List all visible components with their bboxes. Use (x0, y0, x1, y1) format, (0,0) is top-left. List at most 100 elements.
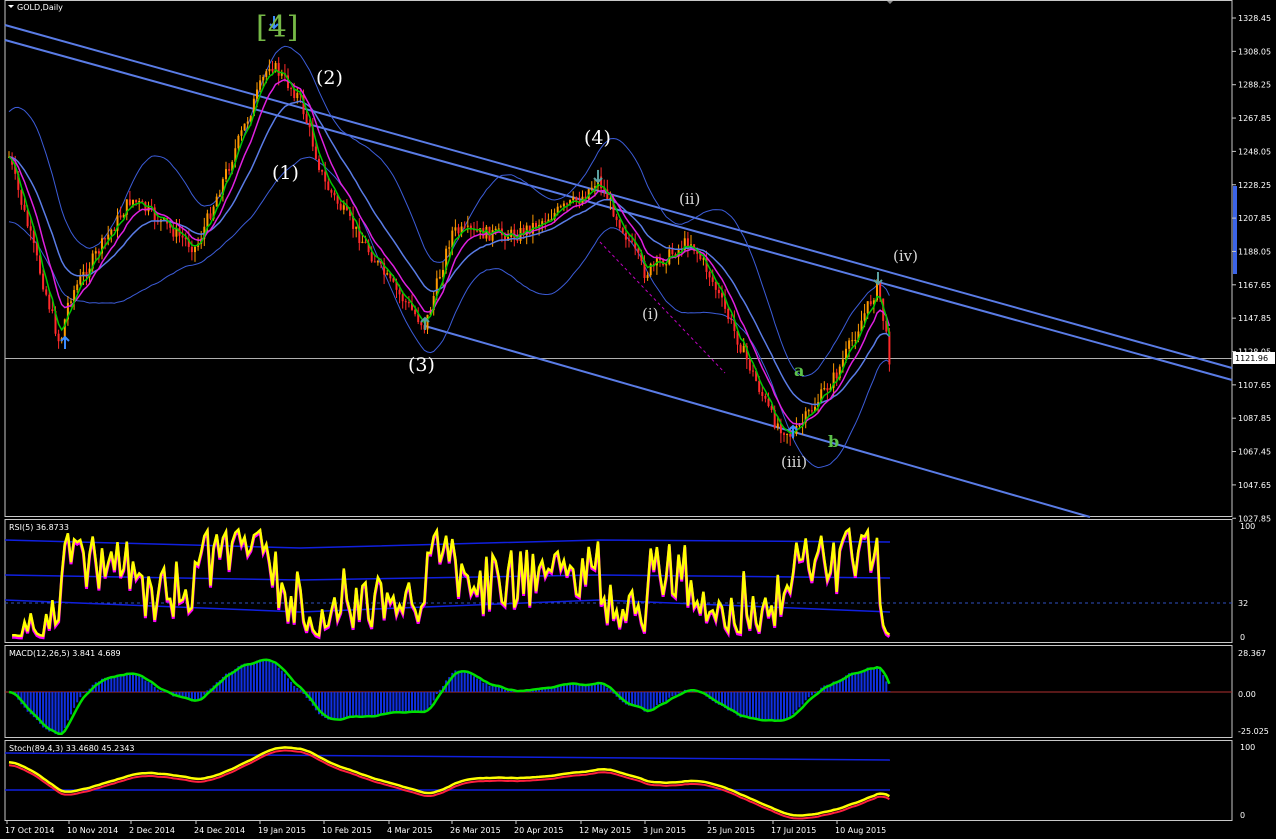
macd-scale-mid: 0.00 (1238, 690, 1256, 699)
candle-body (544, 221, 547, 223)
candle-body (559, 206, 562, 208)
candle-body (259, 80, 262, 90)
candle-body (364, 241, 367, 243)
stoch-scale-top: 100 (1240, 743, 1255, 752)
candle-body (218, 194, 221, 197)
candle-body (851, 340, 854, 342)
rsi-scale-top: 100 (1240, 522, 1255, 531)
candle-body (20, 189, 23, 205)
candle-body (854, 339, 857, 341)
wave-label-3: (3) (408, 354, 435, 376)
stoch-label: Stoch(89,4,3) 33.4680 45.2343 (9, 744, 135, 753)
candle-body (57, 333, 60, 342)
date-tick-label: 24 Dec 2014 (194, 826, 245, 835)
price-tick-label: 1248.05 (1238, 147, 1271, 156)
wave-label-ii: (ii) (679, 190, 700, 208)
candle-body (448, 247, 451, 249)
candle-body (70, 301, 72, 303)
candle-body (370, 252, 373, 262)
candle-body (789, 433, 792, 437)
candle-body (739, 344, 742, 353)
rsi-label: RSI(5) 36.8733 (9, 523, 69, 532)
candle-body (42, 273, 45, 290)
wave-label-1: (1) (272, 162, 299, 184)
candle-body (752, 370, 754, 372)
candle-body (206, 213, 209, 227)
candle-body (119, 215, 122, 218)
candle-body (717, 289, 720, 294)
candle-body (562, 203, 565, 207)
wave-label-big-4: [4] (256, 10, 299, 45)
price-tick-label: 1147.85 (1238, 314, 1271, 323)
price-tick-label: 1308.05 (1238, 47, 1271, 56)
candle-body (324, 171, 327, 182)
wave-label-i: (i) (642, 305, 659, 323)
candle-body (401, 294, 404, 302)
date-tick-label: 3 Jun 2015 (643, 826, 686, 835)
date-tick-label: 19 Jan 2015 (258, 826, 306, 835)
wave-label-2: (2) (316, 67, 343, 89)
price-tick-label: 1047.65 (1238, 481, 1271, 490)
candle-body (438, 277, 441, 279)
candle-body (742, 345, 745, 353)
candle-body (342, 205, 345, 210)
candle-body (45, 289, 48, 295)
candle-body (730, 319, 733, 321)
price-tick-label: 1207.85 (1238, 214, 1271, 223)
candle-body (51, 309, 54, 312)
candle-body (76, 284, 79, 291)
candle-body (225, 169, 227, 180)
candle-body (835, 372, 838, 379)
scroll-bar[interactable] (1233, 186, 1237, 274)
candle-body (240, 130, 243, 136)
date-tick-label: 26 Mar 2015 (450, 826, 501, 835)
candle-body (280, 73, 283, 76)
candle-body (463, 226, 466, 228)
candle-body (327, 181, 330, 191)
candle-body (624, 232, 627, 240)
candle-body (243, 123, 246, 131)
candle-body (190, 246, 193, 253)
price-tick-label: 1267.85 (1238, 114, 1271, 123)
date-tick-label: 10 Aug 2015 (835, 826, 886, 835)
candle-body (783, 433, 785, 435)
candle-body (194, 246, 196, 253)
candle-body (466, 225, 469, 227)
candle-body (665, 264, 668, 266)
candle-body (407, 302, 410, 304)
candle-body (708, 271, 711, 278)
candle-body (209, 213, 212, 219)
candle-body (339, 203, 342, 210)
wave-label-iii: (iii) (781, 453, 807, 471)
candle-body (454, 227, 457, 231)
candle-body (128, 199, 131, 205)
price-tick-label: 1087.85 (1238, 414, 1271, 423)
candle-body (869, 301, 872, 305)
candle-body (615, 216, 618, 221)
candle-body (265, 71, 268, 77)
price-tick-label: 1128.05 (1238, 348, 1271, 357)
candle-body (764, 395, 767, 399)
trading-chart[interactable]: GOLD,Daily 1121.96 1328.451308.051288.25… (0, 0, 1276, 839)
candle-body (637, 248, 640, 253)
candle-body (333, 192, 336, 196)
candle-body (810, 410, 813, 412)
candle-body (727, 308, 730, 320)
candle-body (826, 388, 829, 391)
price-tick-label: 1067.45 (1238, 448, 1271, 457)
candle-body (355, 226, 358, 229)
wave-label-4: (4) (584, 127, 611, 149)
candle-body (246, 121, 249, 124)
candle-body (308, 123, 311, 128)
date-tick-label: 25 Jun 2015 (707, 826, 755, 835)
candle-body (305, 114, 308, 124)
candle-body (94, 251, 97, 254)
candle-body (228, 169, 231, 171)
candle-body (277, 63, 280, 76)
candle-body (714, 281, 717, 290)
candle-body (26, 210, 29, 227)
candle-body (398, 289, 401, 295)
candle-body (748, 359, 751, 371)
candle-body (758, 380, 761, 392)
rsi-scale-bottom: 0 (1240, 633, 1245, 642)
